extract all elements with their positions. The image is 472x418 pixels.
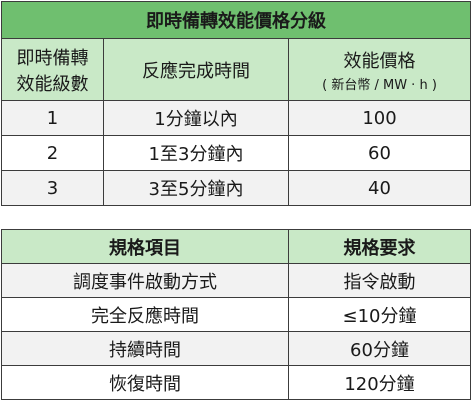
price-unit: ( 新台幣 / MW · h ) — [322, 77, 437, 93]
level-header-line2: 效能級數 — [16, 73, 89, 95]
table-row: 恢復時間 120分鐘 — [1, 365, 471, 400]
table-row: 3 3至5分鐘內 40 — [1, 170, 472, 206]
spec-item-cell: 調度事件啟動方式 — [1, 263, 289, 298]
table-row: 完全反應時間 ≤10分鐘 — [1, 297, 471, 332]
spec-item-cell: 恢復時間 — [1, 365, 289, 400]
price-cell: 100 — [287, 100, 472, 136]
spec-requirement-cell: 指令啟動 — [288, 263, 471, 298]
price-cell: 40 — [287, 170, 472, 206]
price-tier-table: 即時備轉效能價格分級 即時備轉 效能級數 反應完成時間 效能價格 ( 新台幣 /… — [0, 1, 472, 206]
spec-table: 規格項目 規格要求 調度事件啟動方式 指令啟動 完全反應時間 ≤10分鐘 持續時… — [1, 229, 471, 400]
table-row: 1 1分鐘以內 100 — [1, 100, 472, 136]
response-cell: 3至5分鐘內 — [103, 170, 289, 206]
level-cell: 3 — [1, 170, 104, 206]
level-cell: 1 — [1, 100, 104, 136]
response-cell: 1至3分鐘內 — [103, 135, 289, 171]
spec-item-header: 規格項目 — [1, 229, 289, 264]
price-tier-title: 即時備轉效能價格分級 — [0, 1, 472, 39]
spec-requirement-cell: 120分鐘 — [288, 365, 471, 400]
table-row: 持續時間 60分鐘 — [1, 331, 471, 366]
spec-item-cell: 持續時間 — [1, 331, 289, 366]
price-header: 效能價格 ( 新台幣 / MW · h ) — [287, 38, 472, 101]
spec-requirement-cell: ≤10分鐘 — [288, 297, 471, 332]
spec-requirement-cell: 60分鐘 — [288, 331, 471, 366]
spec-requirement-header: 規格要求 — [288, 229, 471, 264]
level-cell: 2 — [1, 135, 104, 171]
price-cell: 60 — [287, 135, 472, 171]
price-header-label: 效能價格 — [343, 50, 416, 72]
response-header: 反應完成時間 — [103, 38, 289, 101]
level-header: 即時備轉 效能級數 — [1, 38, 104, 101]
table-row: 2 1至3分鐘內 60 — [1, 135, 472, 171]
level-header-line1: 即時備轉 — [16, 47, 89, 69]
table-row: 調度事件啟動方式 指令啟動 — [1, 263, 471, 298]
spec-item-cell: 完全反應時間 — [1, 297, 289, 332]
response-cell: 1分鐘以內 — [103, 100, 289, 136]
